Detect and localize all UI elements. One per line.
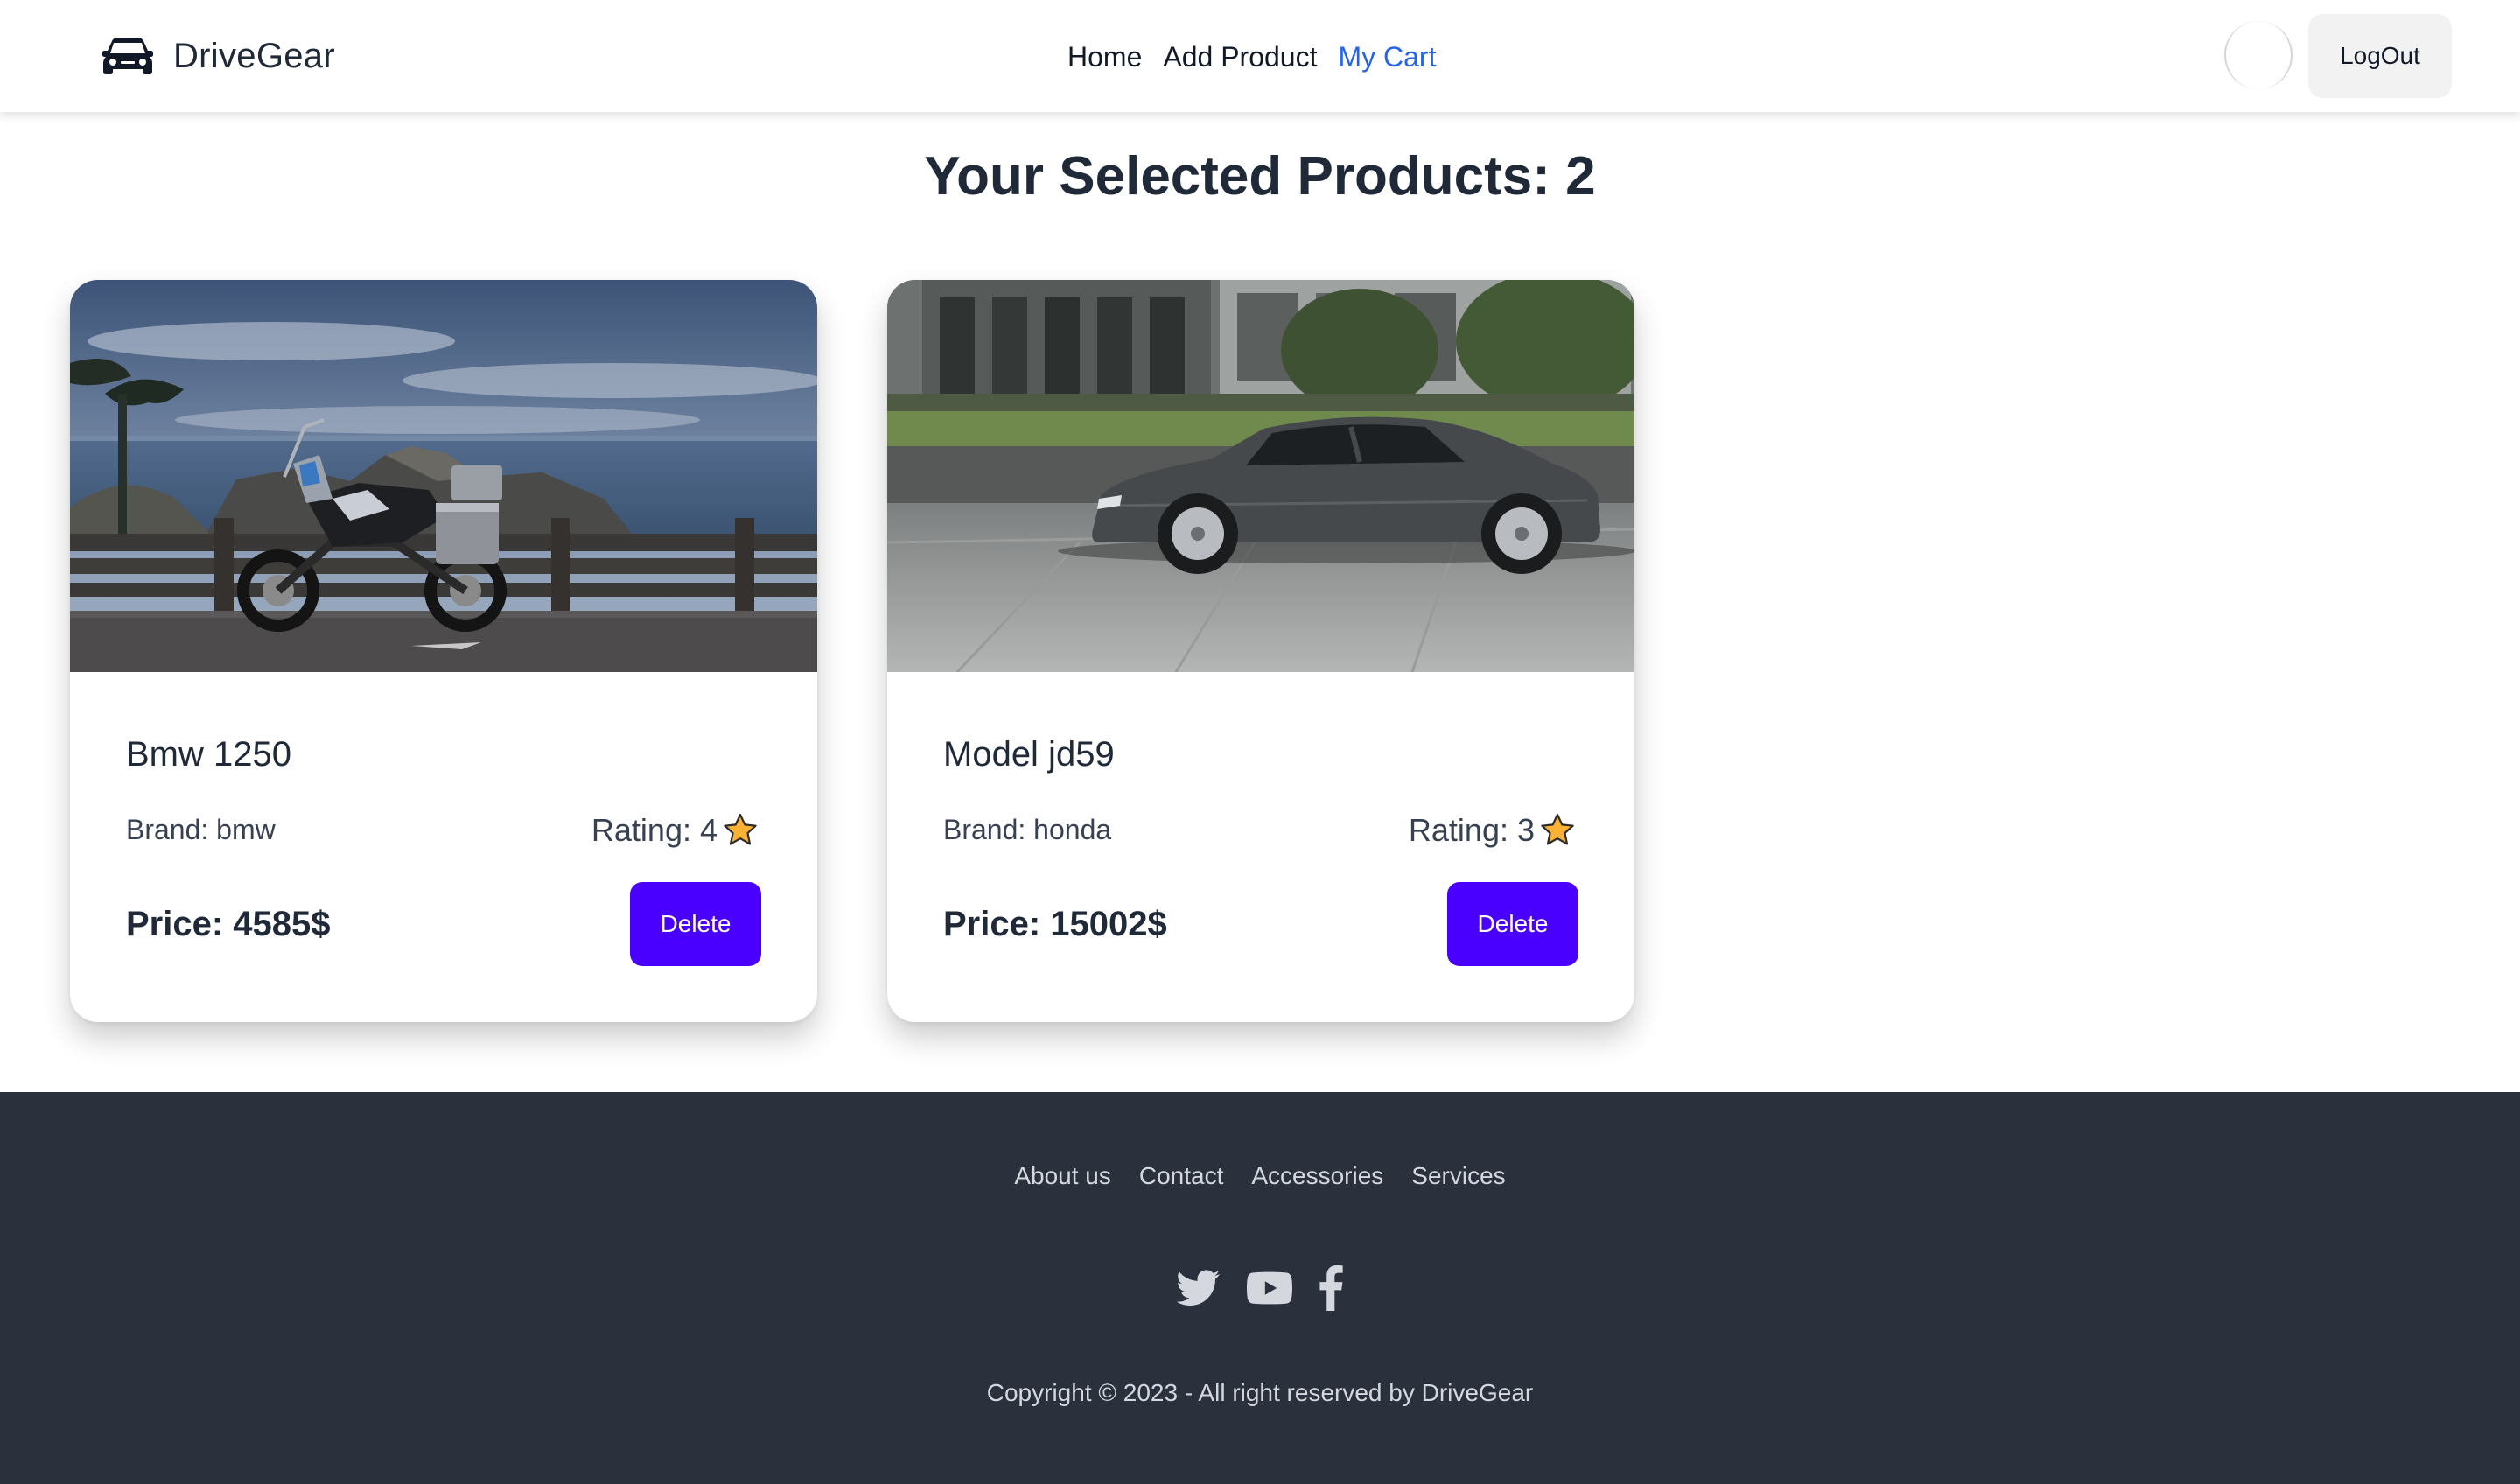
user-avatar[interactable] [2224,21,2292,89]
star-icon [1541,813,1574,845]
logout-button[interactable]: LogOut [2308,14,2452,98]
product-price: Price: 4585$ [126,905,331,943]
rating-label: Rating: 4 [591,812,718,848]
product-rating: Rating: 4 [592,808,760,852]
social-links [0,1265,2520,1311]
brand[interactable]: DriveGear [102,33,335,79]
delete-button[interactable]: Delete [1447,882,1578,966]
footer-nav: About us Contact Accessories Services [0,1162,2520,1190]
nav-link-home[interactable]: Home [1068,41,1142,74]
nav-link-my-cart[interactable]: My Cart [1338,41,1436,74]
page-title: Your Selected Products: 2 [924,146,1596,206]
product-image [887,280,1634,672]
rating-label: Rating: 3 [1408,812,1535,848]
star-icon [724,813,757,845]
product-title: Model jd59 [943,735,1115,774]
brand-name: DriveGear [173,36,335,75]
product-title: Bmw 1250 [126,735,291,774]
product-image [70,280,817,672]
product-price: Price: 15002$ [943,905,1167,943]
facebook-icon[interactable] [1319,1265,1343,1311]
delete-button[interactable]: Delete [630,882,761,966]
car-icon [102,38,153,74]
footer-link-about-us[interactable]: About us [1014,1162,1111,1190]
product-card: Bmw 1250 Brand: bmw Rating: 4 Price: 458… [70,280,817,1022]
footer-link-accessories[interactable]: Accessories [1251,1162,1383,1190]
youtube-icon[interactable] [1247,1271,1292,1305]
product-card: Model jd59 Brand: honda Rating: 3 Price:… [887,280,1634,1022]
main-nav: Home Add Product My Cart [1068,35,1436,79]
copyright-text: Copyright © 2023 - All right reserved by… [986,1379,1534,1406]
footer-link-contact[interactable]: Contact [1139,1162,1224,1190]
product-brand: Brand: honda [943,814,1112,845]
product-rating: Rating: 3 [1409,808,1577,852]
product-brand: Brand: bmw [126,814,276,845]
footer: About us Contact Accessories Services Co… [0,1092,2520,1484]
navbar: DriveGear Home Add Product My Cart LogOu… [0,0,2520,112]
nav-link-add-product[interactable]: Add Product [1163,41,1317,74]
footer-link-services[interactable]: Services [1411,1162,1505,1190]
twitter-icon[interactable] [1177,1269,1221,1307]
